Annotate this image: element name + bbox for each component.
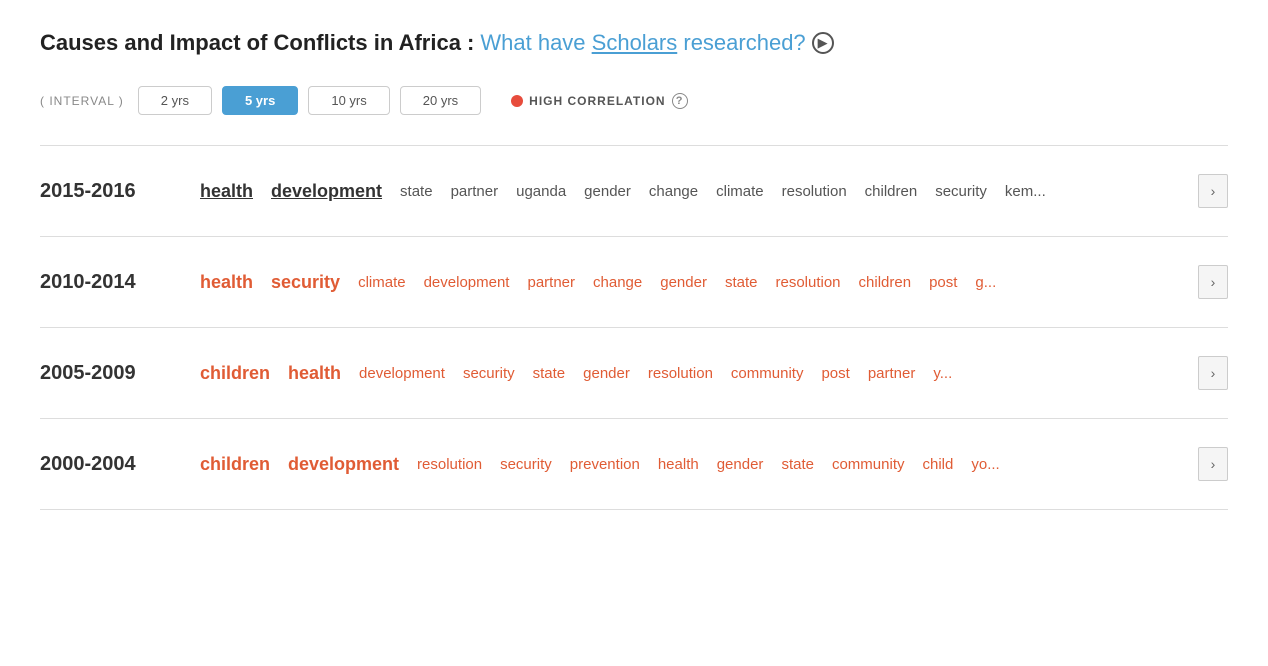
period-row-2000-2004: 2000-2004children development resolution se…: [40, 419, 1228, 510]
period-label-2010-2014: 2010-2014: [40, 271, 200, 294]
interval-btn-10yrs[interactable]: 10 yrs: [308, 86, 389, 115]
keyword-2010-2014-10[interactable]: post: [929, 274, 957, 291]
keyword-2015-2016-2[interactable]: state: [400, 183, 433, 200]
keyword-2000-2004-2[interactable]: resolution: [417, 456, 482, 473]
period-row-2010-2014: 2010-2014health security climate developmen…: [40, 237, 1228, 328]
keyword-2005-2009-0[interactable]: children: [200, 363, 270, 384]
keyword-2015-2016-8[interactable]: resolution: [782, 183, 847, 200]
keyword-2005-2009-5[interactable]: gender: [583, 365, 630, 382]
keyword-2005-2009-4[interactable]: state: [533, 365, 566, 382]
period-label-2015-2016: 2015-2016: [40, 180, 200, 203]
keyword-2010-2014-2[interactable]: climate: [358, 274, 406, 291]
keyword-2010-2014-4[interactable]: partner: [527, 274, 575, 291]
keywords-2010-2014: health security climate development partner c…: [200, 272, 1194, 293]
more-btn-2015-2016[interactable]: ›: [1198, 174, 1228, 208]
keyword-2010-2014-6[interactable]: gender: [660, 274, 707, 291]
keyword-2010-2014-1[interactable]: security: [271, 272, 340, 293]
keyword-2015-2016-0[interactable]: health: [200, 181, 253, 202]
keyword-2005-2009-10[interactable]: y...: [933, 365, 952, 382]
keyword-2010-2014-8[interactable]: resolution: [775, 274, 840, 291]
keyword-2005-2009-9[interactable]: partner: [868, 365, 916, 382]
interval-btn-20yrs[interactable]: 20 yrs: [400, 86, 481, 115]
keyword-2015-2016-5[interactable]: gender: [584, 183, 631, 200]
keywords-2005-2009: children health development security statege…: [200, 363, 1194, 384]
keyword-2015-2016-10[interactable]: security: [935, 183, 987, 200]
interval-btn-5yrs[interactable]: 5 yrs: [222, 86, 298, 115]
period-label-2005-2009: 2005-2009: [40, 362, 200, 385]
high-correlation-label: HIGH CORRELATION: [529, 94, 665, 108]
period-label-2000-2004: 2000-2004: [40, 453, 200, 476]
keywords-2015-2016: health development state partner uganda gende…: [200, 181, 1194, 202]
keyword-2015-2016-1[interactable]: development: [271, 181, 382, 202]
more-btn-2000-2004[interactable]: ›: [1198, 447, 1228, 481]
keyword-2000-2004-8[interactable]: community: [832, 456, 905, 473]
period-rows: 2015-2016healthdevelopmentstatepartnerug…: [40, 146, 1228, 510]
keyword-2005-2009-7[interactable]: community: [731, 365, 804, 382]
more-btn-2010-2014[interactable]: ›: [1198, 265, 1228, 299]
keyword-2015-2016-4[interactable]: uganda: [516, 183, 566, 200]
interval-label: ( INTERVAL ): [40, 94, 124, 108]
red-dot-icon: [511, 95, 523, 107]
title-static: Causes and Impact of Conflicts in Africa…: [40, 30, 474, 56]
keyword-2000-2004-9[interactable]: child: [923, 456, 954, 473]
keyword-2005-2009-6[interactable]: resolution: [648, 365, 713, 382]
keywords-2000-2004: children development resolution security pre…: [200, 454, 1194, 475]
title-row: Causes and Impact of Conflicts in Africa…: [40, 30, 1228, 56]
interval-row: ( INTERVAL ) 2 yrs 5 yrs 10 yrs 20 yrs H…: [40, 86, 1228, 115]
high-correlation-indicator: HIGH CORRELATION ?: [511, 93, 687, 109]
keyword-2015-2016-3[interactable]: partner: [451, 183, 499, 200]
period-row-2005-2009: 2005-2009children health development securi…: [40, 328, 1228, 419]
interval-btn-2yrs[interactable]: 2 yrs: [138, 86, 212, 115]
keyword-2005-2009-2[interactable]: development: [359, 365, 445, 382]
keyword-2005-2009-3[interactable]: security: [463, 365, 515, 382]
keyword-2010-2014-9[interactable]: children: [859, 274, 912, 291]
keyword-2010-2014-3[interactable]: development: [424, 274, 510, 291]
keyword-2000-2004-3[interactable]: security: [500, 456, 552, 473]
keyword-2010-2014-7[interactable]: state: [725, 274, 758, 291]
keyword-2010-2014-11[interactable]: g...: [975, 274, 996, 291]
keyword-2015-2016-9[interactable]: children: [865, 183, 918, 200]
more-btn-2005-2009[interactable]: ›: [1198, 356, 1228, 390]
keyword-2000-2004-10[interactable]: yo...: [971, 456, 999, 473]
keyword-2000-2004-1[interactable]: development: [288, 454, 399, 475]
keyword-2005-2009-1[interactable]: health: [288, 363, 341, 384]
keyword-2015-2016-7[interactable]: climate: [716, 183, 764, 200]
keyword-2015-2016-11[interactable]: kem...: [1005, 183, 1046, 200]
keyword-2010-2014-0[interactable]: health: [200, 272, 253, 293]
main-container: Causes and Impact of Conflicts in Africa…: [0, 0, 1268, 540]
high-correlation-help-icon[interactable]: ?: [672, 93, 688, 109]
keyword-2000-2004-7[interactable]: state: [781, 456, 814, 473]
keyword-2000-2004-5[interactable]: health: [658, 456, 699, 473]
keyword-2000-2004-4[interactable]: prevention: [570, 456, 640, 473]
keyword-2005-2009-8[interactable]: post: [821, 365, 849, 382]
keyword-2000-2004-0[interactable]: children: [200, 454, 270, 475]
period-row-2015-2016: 2015-2016health development state partner ug…: [40, 146, 1228, 237]
keyword-2015-2016-6[interactable]: change: [649, 183, 698, 200]
keyword-2000-2004-6[interactable]: gender: [717, 456, 764, 473]
keyword-2010-2014-5[interactable]: change: [593, 274, 642, 291]
title-link-what[interactable]: What have Scholars researched?: [480, 30, 805, 56]
title-info-icon[interactable]: ▶: [812, 32, 834, 54]
